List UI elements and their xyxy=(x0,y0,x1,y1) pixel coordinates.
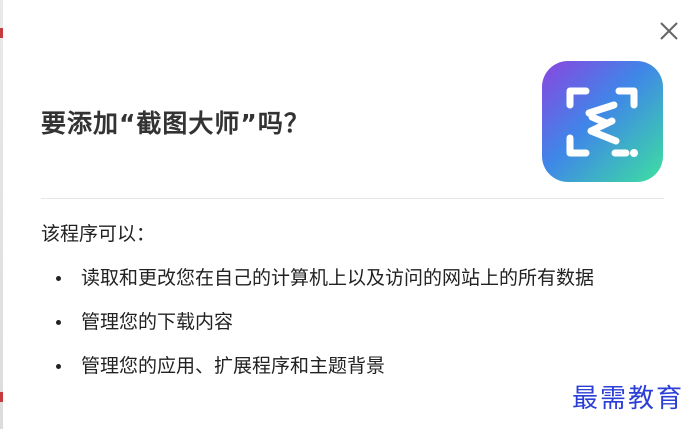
dialog-title: 要添加“截图大师”吗？ xyxy=(41,109,310,138)
bullet-icon xyxy=(56,320,61,325)
permission-item: 读取和更改您在自己的计算机上以及访问的网站上的所有数据 xyxy=(41,262,661,294)
watermark: 最需教育 xyxy=(571,384,684,414)
permissions-list: 读取和更改您在自己的计算机上以及访问的网站上的所有数据 管理您的下载内容 管理您… xyxy=(41,262,661,394)
close-button[interactable] xyxy=(654,16,684,46)
permission-text: 管理您的下载内容 xyxy=(81,311,234,333)
add-extension-dialog: 要添加“截图大师”吗？ 该程序可以： 读取和更改您在自己的计算机上以及访问的网站… xyxy=(3,0,692,429)
permission-item: 管理您的下载内容 xyxy=(41,306,661,338)
close-icon xyxy=(660,22,678,40)
bullet-icon xyxy=(56,364,61,369)
permission-text: 管理您的应用、扩展程序和主题背景 xyxy=(81,355,386,377)
screenshot-master-app-icon xyxy=(542,61,663,182)
permission-text: 读取和更改您在自己的计算机上以及访问的网站上的所有数据 xyxy=(81,267,595,289)
permission-item: 管理您的应用、扩展程序和主题背景 xyxy=(41,350,661,382)
divider xyxy=(41,198,664,199)
bullet-icon xyxy=(56,276,61,281)
permissions-heading: 该程序可以： xyxy=(41,223,156,245)
